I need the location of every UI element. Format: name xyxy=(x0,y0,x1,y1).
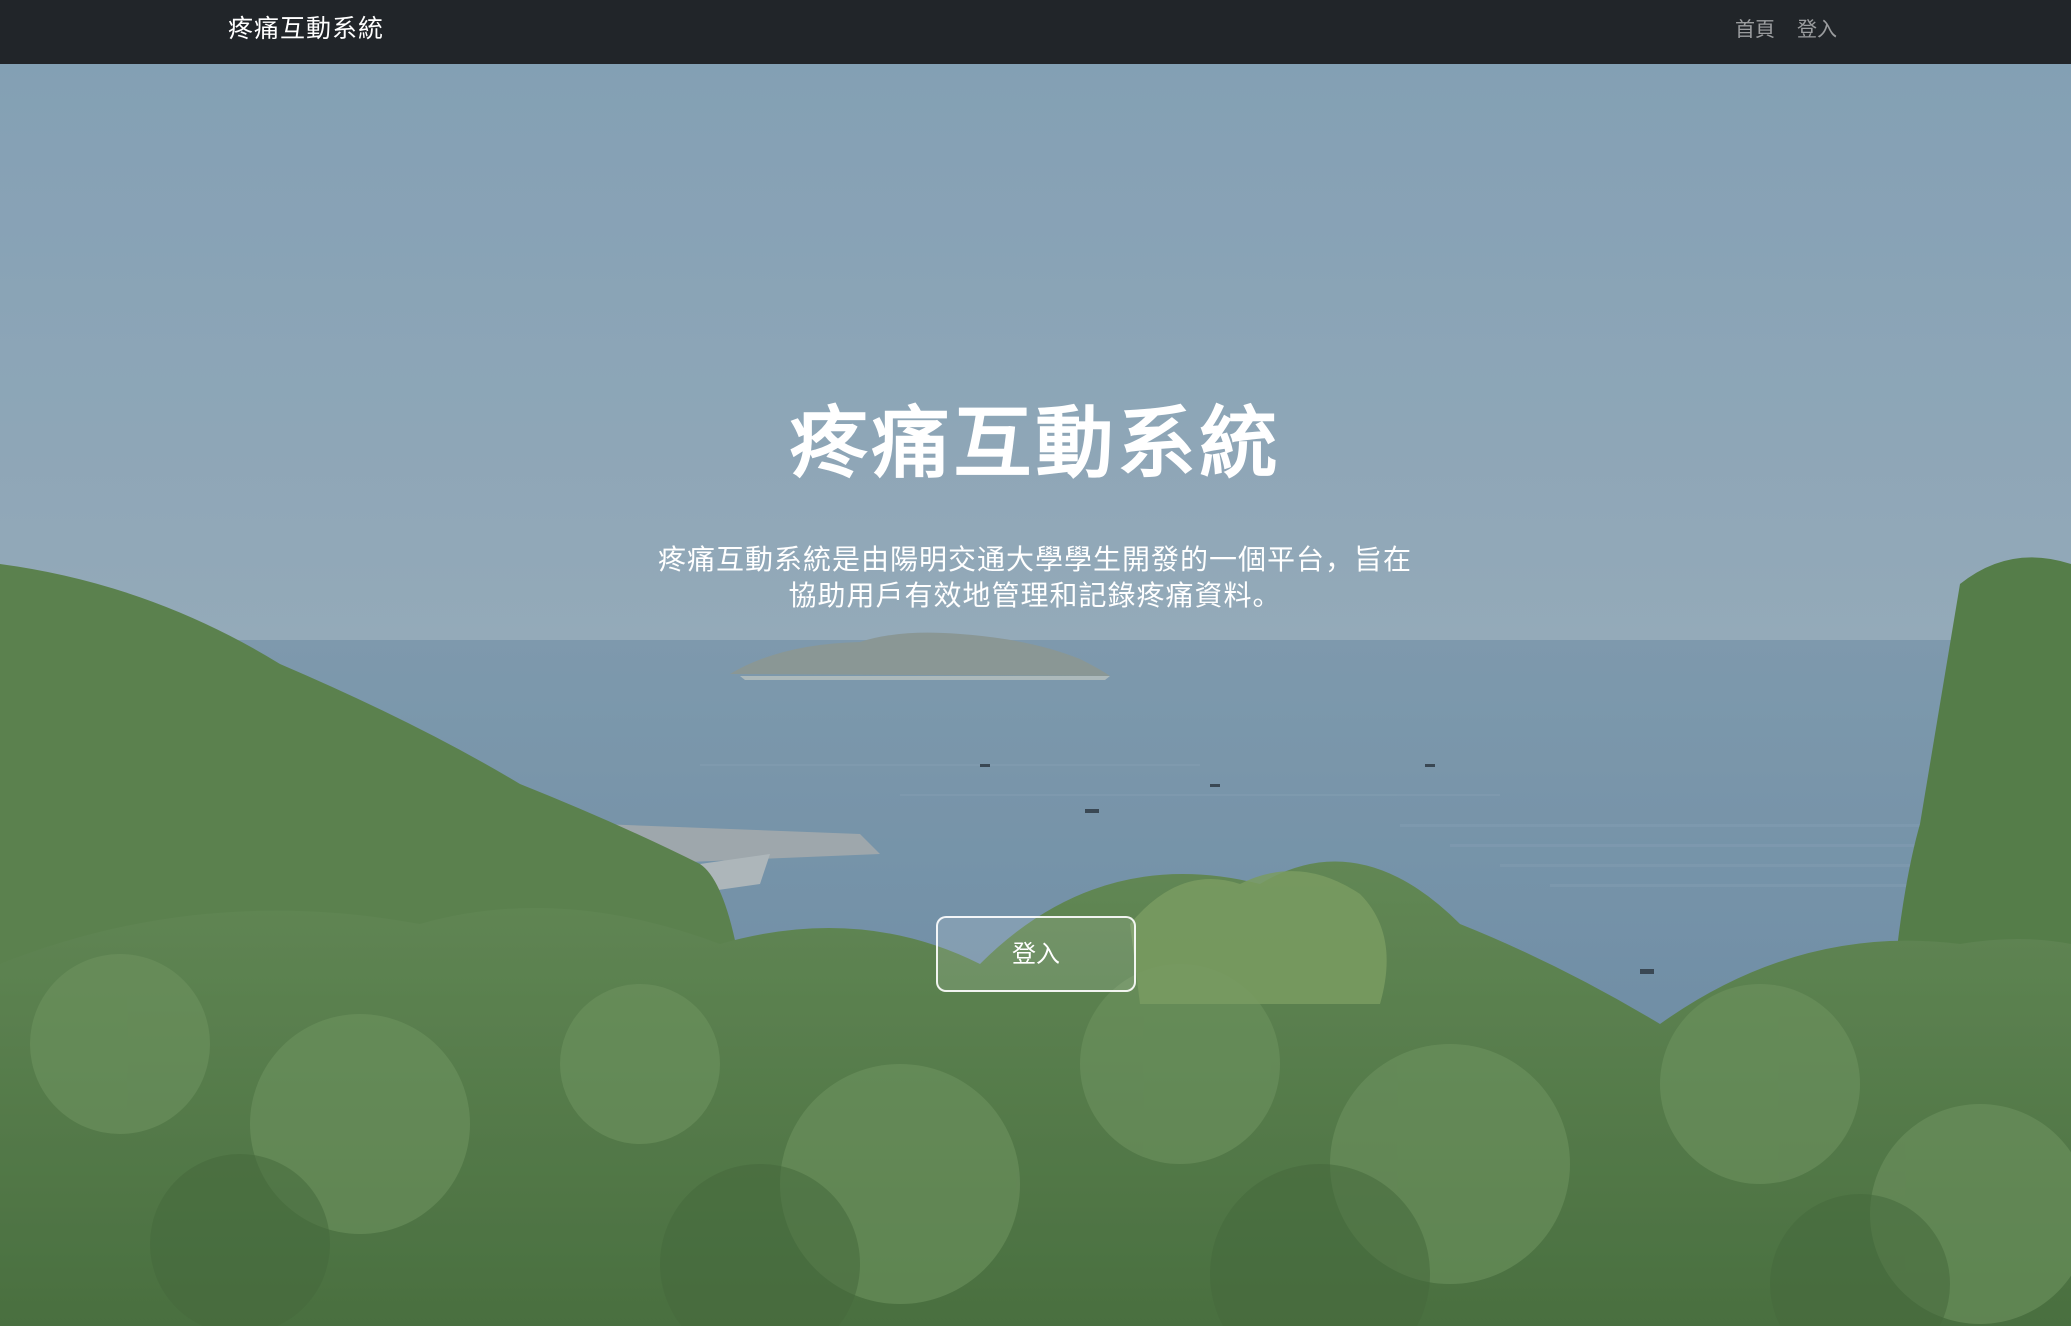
landing-page: 疼痛互動系統 首頁 登入 疼痛互動系統 疼痛互動系統是由陽明交通大學學生開發的一… xyxy=(0,0,2071,1326)
hero-section: 疼痛互動系統 疼痛互動系統是由陽明交通大學學生開發的一個平台，旨在協助用戶有效地… xyxy=(0,64,2071,1326)
nav-link-home[interactable]: 首頁 xyxy=(1735,15,1775,43)
top-navbar: 疼痛互動系統 首頁 登入 xyxy=(0,0,2071,64)
nav-links: 首頁 登入 xyxy=(1735,15,1837,43)
hero-description: 疼痛互動系統是由陽明交通大學學生開發的一個平台，旨在協助用戶有效地管理和記錄疼痛… xyxy=(657,543,1412,612)
navbar-brand[interactable]: 疼痛互動系統 xyxy=(228,13,384,45)
hero-title: 疼痛互動系統 xyxy=(789,399,1282,489)
hero-login-button[interactable]: 登入 xyxy=(936,916,1136,992)
nav-link-login[interactable]: 登入 xyxy=(1797,15,1837,43)
